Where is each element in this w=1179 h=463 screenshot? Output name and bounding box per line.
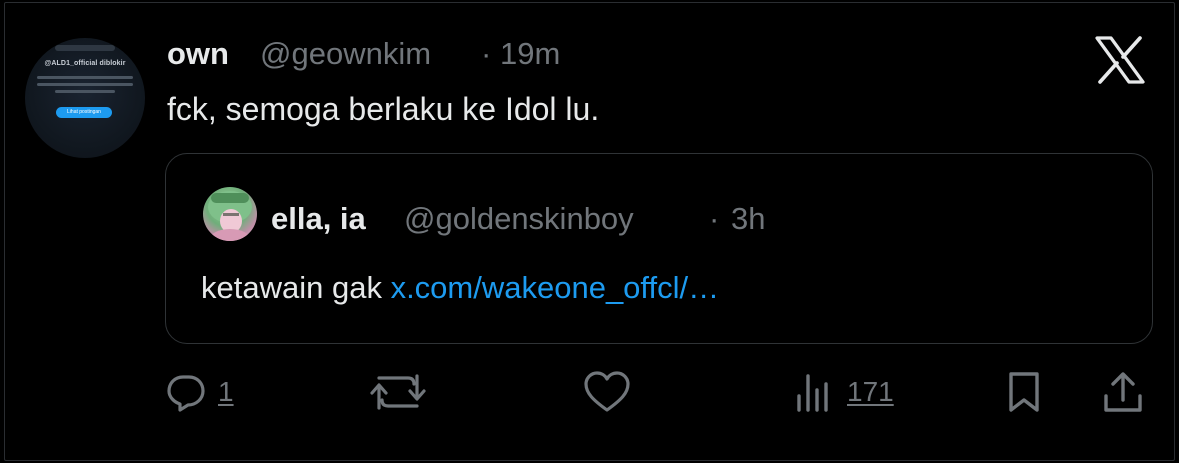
author-handle[interactable]: @geownkim [260,36,431,72]
quoted-avatar-image [208,191,252,241]
avatar-view-post-button: Lihat postingan [56,107,112,118]
views-count[interactable]: 171 [847,376,894,408]
views-bar-chart-icon [797,374,828,412]
heart-icon [584,371,630,412]
reply-icon [167,375,205,412]
quoted-text-body: ketawain gak [201,270,391,305]
separator: · [709,201,720,236]
avatar-text-line [55,90,115,93]
quoted-post[interactable]: ella, ia @goldenskinboy · 3h ketawain ga… [165,153,1153,344]
x-logo-icon [1095,36,1145,84]
avatar-text-line [37,76,133,79]
post-time[interactable]: 19m [500,36,560,72]
quoted-author-handle[interactable]: @goldenskinboy [404,201,634,237]
avatar-status-bar [55,45,115,51]
share-button[interactable] [1101,368,1145,416]
repost-button[interactable] [370,368,426,416]
views-button[interactable]: 171 [795,368,894,416]
reply-button[interactable]: 1 [166,368,234,416]
post-text: fck, semoga berlaku ke Idol lu. [167,91,600,127]
quoted-link[interactable]: x.com/wakeone_offcl/… [391,270,720,305]
quoted-post-text: ketawain gak x.com/wakeone_offcl/… [201,270,719,306]
bookmark-icon [1009,372,1039,412]
like-button[interactable] [583,368,631,416]
bookmark-button[interactable] [1006,368,1042,416]
share-icon [1104,372,1142,412]
reply-count[interactable]: 1 [218,376,234,408]
avatar-blocked-text: @ALD1_official diblokir [44,60,126,67]
avatar-text-line [37,83,133,86]
quoted-author-name[interactable]: ella, ia [271,201,366,237]
author-name[interactable]: own [167,36,229,72]
quoted-post-time[interactable]: 3h [731,201,765,237]
separator: · [481,36,492,71]
author-avatar[interactable]: @ALD1_official diblokir Lihat postingan [25,38,145,158]
repost-icon [370,374,426,410]
quoted-author-avatar[interactable] [203,187,257,241]
